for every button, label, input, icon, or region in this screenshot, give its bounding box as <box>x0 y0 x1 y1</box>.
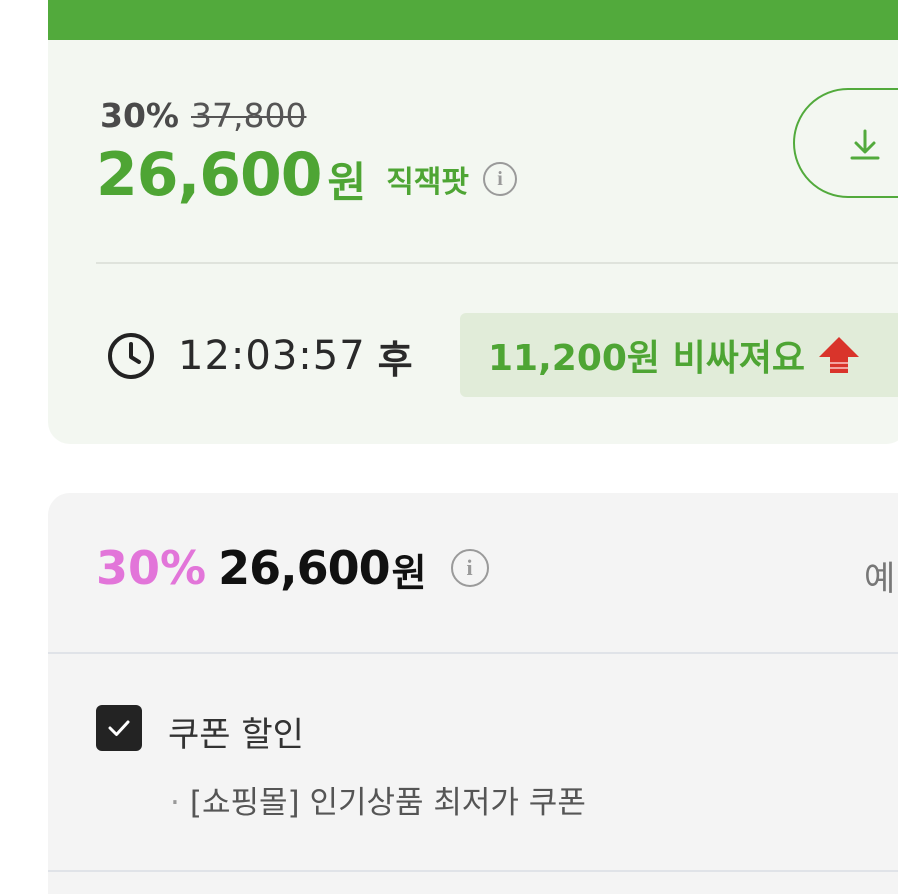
countdown-suffix: 후 <box>377 337 413 382</box>
product-price-page: 30% 37,800 26,600 원 직잭팟 i 12:03:57 후 11,… <box>0 0 898 894</box>
original-price: 37,800 <box>191 96 307 135</box>
sale-price-unit: 원 <box>327 157 367 207</box>
discount-rate: 30% <box>100 96 179 135</box>
arrow-up-icon <box>819 337 860 373</box>
coupon-detail-text: [쇼핑몰] 인기상품 최저가 쿠폰 <box>189 785 586 821</box>
coupon-price-unit: 원 <box>391 551 427 595</box>
coupon-detail: · [쇼핑몰] 인기상품 최저가 쿠폰 <box>170 777 586 822</box>
info-icon[interactable]: i <box>483 162 517 196</box>
coupon-price-row: 30% 26,600 원 i <box>96 538 489 597</box>
countdown-time: 12:03:57 <box>178 333 366 379</box>
download-icon <box>850 129 880 160</box>
countdown-timer: 12:03:57 후 <box>106 313 413 399</box>
divider <box>96 262 898 264</box>
bullet: · <box>170 785 180 821</box>
original-price-row: 30% 37,800 <box>100 96 306 135</box>
coupon-card: 30% 26,600 원 i 예 쿠폰 할인 · [쇼핑몰] 인기상품 최저가 쿠… <box>48 493 898 894</box>
price-increase-text: 11,200원 비싸져요 <box>488 338 806 379</box>
top-green-bar <box>48 0 898 40</box>
coupon-right-label[interactable]: 예 <box>864 551 895 600</box>
info-icon[interactable]: i <box>450 548 489 587</box>
jackpot-badge-label: 직잭팟 <box>386 165 469 200</box>
coupon-price: 26,600 <box>218 540 391 595</box>
price-increase-badge: 11,200원 비싸져요 <box>460 313 898 397</box>
coupon-discount-label[interactable]: 쿠폰 할인 <box>168 707 304 756</box>
sale-price-row: 26,600 원 직잭팟 i <box>96 140 517 210</box>
download-coupon-button[interactable] <box>793 88 898 198</box>
divider <box>48 652 898 654</box>
divider <box>48 870 898 872</box>
clock-icon <box>108 333 154 379</box>
coupon-checkbox[interactable] <box>96 705 142 751</box>
coupon-discount-rate: 30% <box>96 540 207 595</box>
sale-price: 26,600 <box>96 140 323 210</box>
check-icon <box>108 720 130 736</box>
